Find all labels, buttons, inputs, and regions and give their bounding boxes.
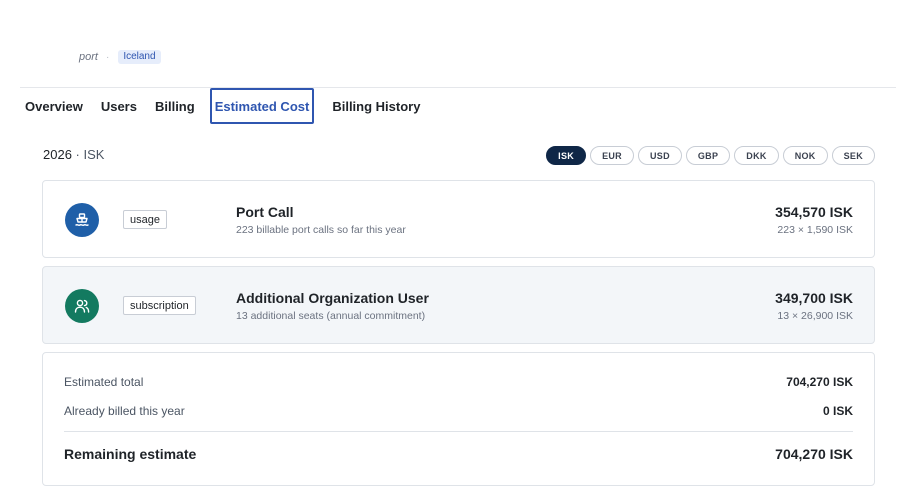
tab-users[interactable]: Users [92, 88, 146, 124]
users-icon [65, 289, 99, 323]
ship-icon [65, 203, 99, 237]
tab-billing-history[interactable]: Billing History [323, 88, 429, 124]
period-year: 2026 [43, 147, 72, 162]
currency-eur-button[interactable]: EUR [590, 146, 634, 165]
line-item-calculation: 13 × 26,900 ISK [777, 310, 853, 322]
line-item-amount: 354,570 ISK [775, 204, 853, 220]
breadcrumb: port · Iceland [79, 50, 161, 64]
summary-divider [64, 431, 853, 432]
estimated-total-value: 704,270 ISK [786, 375, 853, 389]
line-item-additional-user: subscription Additional Organization Use… [42, 266, 875, 344]
currency-gbp-button[interactable]: GBP [685, 146, 731, 165]
already-billed-value: 0 ISK [822, 404, 853, 418]
currency-usd-button[interactable]: USD [637, 146, 682, 165]
line-item-title: Additional Organization User [236, 290, 429, 306]
breadcrumb-separator: · [105, 51, 110, 63]
tab-overview[interactable]: Overview [16, 88, 92, 124]
already-billed-label: Already billed this year [64, 404, 185, 418]
tab-bar: Overview Users Billing Estimated Cost Bi… [16, 88, 429, 124]
estimated-total-label: Estimated total [64, 375, 144, 389]
subscription-badge: subscription [123, 296, 196, 315]
cost-summary: Estimated total 704,270 ISK Already bill… [42, 352, 875, 486]
breadcrumb-entity: port [79, 51, 98, 63]
country-tag: Iceland [118, 50, 161, 64]
line-item-subtitle: 223 billable port calls so far this year [236, 224, 406, 236]
period-separator: · [71, 147, 84, 162]
remaining-estimate-row: Remaining estimate 704,270 ISK [64, 446, 853, 462]
remaining-estimate-value: 704,270 ISK [775, 446, 853, 462]
period-currency: ISK [83, 147, 105, 162]
currency-dkk-button[interactable]: DKK [734, 146, 779, 165]
currency-isk-button[interactable]: ISK [546, 146, 587, 165]
currency-switcher: ISK EUR USD GBP DKK NOK SEK [546, 146, 875, 165]
tab-billing[interactable]: Billing [146, 88, 204, 124]
line-item-port-call: usage Port Call 223 billable port calls … [42, 180, 875, 258]
line-item-title: Port Call [236, 204, 294, 220]
line-item-calculation: 223 × 1,590 ISK [777, 224, 853, 236]
line-item-subtitle: 13 additional seats (annual commitment) [236, 310, 426, 322]
estimated-total-row: Estimated total 704,270 ISK [64, 375, 853, 389]
currency-sek-button[interactable]: SEK [831, 146, 875, 165]
currency-nok-button[interactable]: NOK [782, 146, 828, 165]
line-item-amount: 349,700 ISK [775, 290, 853, 306]
period-label: 2026 · ISK [43, 147, 104, 162]
already-billed-row: Already billed this year 0 ISK [64, 404, 853, 418]
tab-estimated-cost[interactable]: Estimated Cost [209, 88, 315, 124]
remaining-estimate-label: Remaining estimate [64, 446, 197, 462]
usage-badge: usage [123, 210, 167, 229]
